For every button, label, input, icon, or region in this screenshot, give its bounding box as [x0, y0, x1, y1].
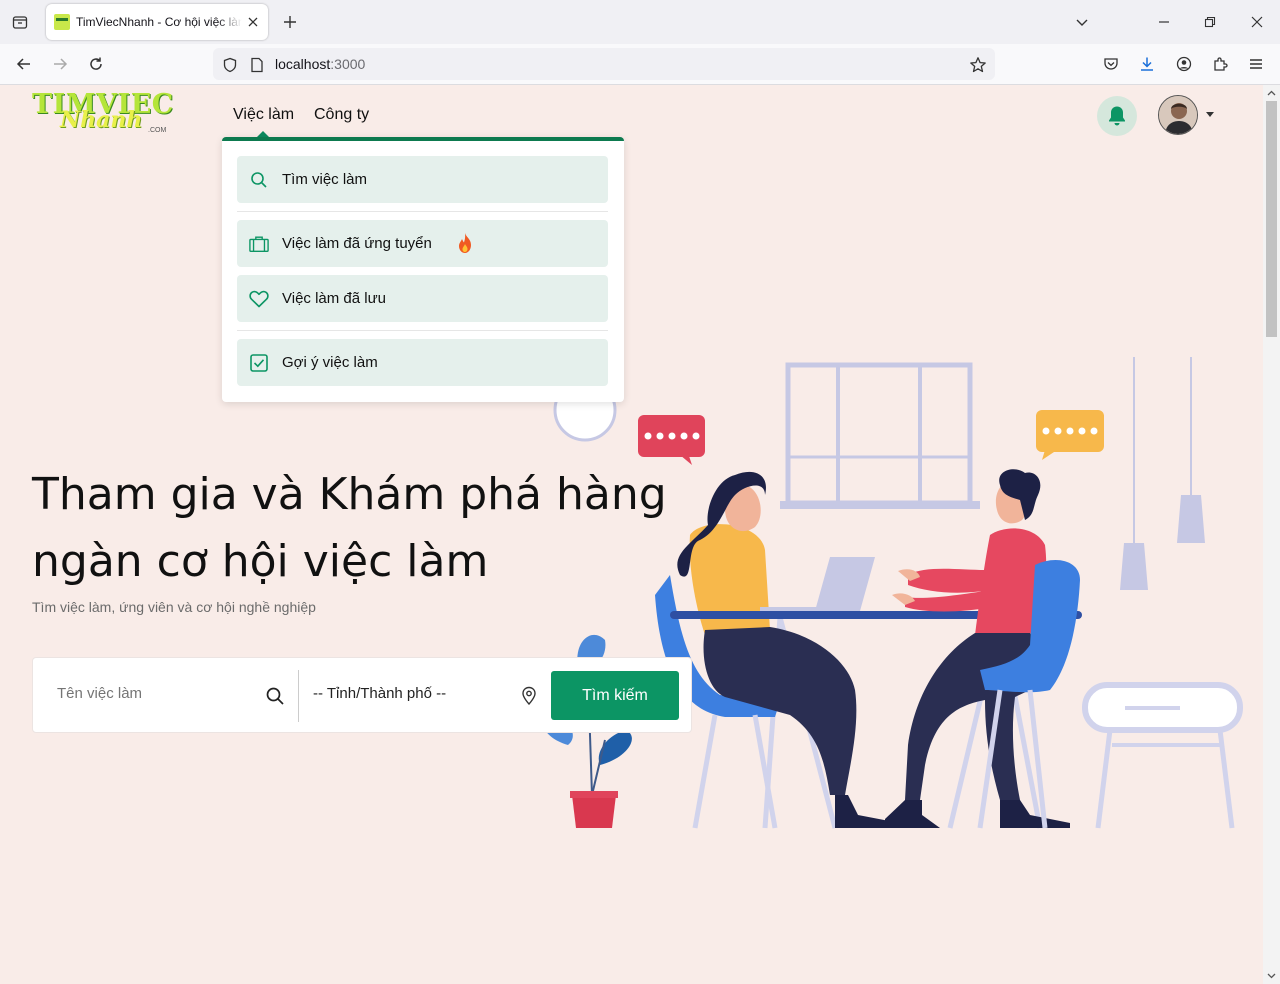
- scroll-up-arrow-icon[interactable]: [1267, 89, 1276, 98]
- app-menu-icon[interactable]: [1244, 52, 1268, 76]
- dropdown-divider: [237, 211, 608, 212]
- site-logo[interactable]: TIMVIEC Nhanh .COM: [32, 89, 173, 141]
- dropdown-item-saved-jobs[interactable]: Việc làm đã lưu: [237, 275, 608, 322]
- hero-illustration: [542, 357, 1243, 829]
- close-window-icon[interactable]: [1245, 10, 1269, 34]
- dropdown-item-label: Việc làm đã ứng tuyển: [282, 235, 432, 252]
- dropdown-item-applied-jobs[interactable]: Việc làm đã ứng tuyển: [237, 220, 608, 267]
- job-title-input[interactable]: [57, 685, 257, 702]
- downloads-icon[interactable]: [1135, 52, 1159, 76]
- minimize-icon[interactable]: [1152, 10, 1176, 34]
- dropdown-item-label: Việc làm đã lưu: [282, 290, 386, 307]
- dropdown-item-find-jobs[interactable]: Tìm việc làm: [237, 156, 608, 203]
- pocket-icon[interactable]: [1099, 52, 1123, 76]
- bookmark-star-icon[interactable]: [969, 56, 987, 74]
- restore-icon[interactable]: [1198, 10, 1222, 34]
- site-favicon-icon: [54, 14, 70, 30]
- checkbox-icon: [249, 353, 269, 373]
- user-avatar[interactable]: [1158, 95, 1198, 135]
- back-arrow-icon[interactable]: [12, 52, 36, 76]
- scrollbar-thumb[interactable]: [1266, 101, 1277, 337]
- url-text: localhost:3000: [275, 56, 365, 72]
- window-illustration: [780, 362, 980, 509]
- tab-overflow-chevron-icon[interactable]: [1070, 10, 1094, 34]
- search-submit-button[interactable]: Tìm kiếm: [551, 671, 679, 720]
- job-search-bar: -- Tỉnh/Thành phố -- Tìm kiếm: [32, 657, 692, 733]
- reload-icon[interactable]: [84, 52, 108, 76]
- page-info-icon[interactable]: [248, 56, 266, 74]
- briefcase-icon: [249, 234, 269, 254]
- avatar-chevron-down-icon[interactable]: [1206, 112, 1214, 117]
- dropdown-item-label: Tìm việc làm: [282, 171, 368, 188]
- hero-subtitle: Tìm việc làm, ứng viên và cơ hội nghề ng…: [32, 599, 316, 615]
- page-viewport: TIMVIEC Nhanh .COM Việc làm Công ty Tìm …: [0, 85, 1263, 984]
- tab-list-icon[interactable]: [8, 10, 32, 34]
- dropdown-divider: [237, 330, 608, 331]
- logo-text-suffix: .COM: [148, 127, 167, 134]
- browser-navbar: localhost:3000: [0, 44, 1280, 85]
- url-host: localhost: [275, 56, 331, 72]
- dropdown-item-label: Gợi ý việc làm: [282, 354, 378, 371]
- city-select[interactable]: -- Tỉnh/Thành phố --: [313, 685, 446, 702]
- notification-bell-button[interactable]: [1097, 96, 1137, 136]
- heart-icon: [249, 289, 269, 309]
- bell-icon: [1109, 106, 1125, 126]
- search-icon: [249, 170, 269, 190]
- browser-tabbar: TimViecNhanh - Cơ hội việc làm: [0, 0, 1280, 44]
- fire-icon: [455, 232, 475, 254]
- forward-arrow-icon[interactable]: [48, 52, 72, 76]
- address-bar[interactable]: localhost:3000: [213, 48, 995, 80]
- jobs-dropdown-menu: Tìm việc làm Việc làm đã ứng tuyển Việc …: [222, 137, 624, 402]
- url-port: :3000: [330, 56, 366, 72]
- search-icon[interactable]: [265, 686, 285, 706]
- account-icon[interactable]: [1172, 52, 1196, 76]
- tab-title: TimViecNhanh - Cơ hội việc làm: [76, 15, 242, 29]
- logo-text-script: Nhanh: [60, 107, 143, 133]
- scroll-down-arrow-icon[interactable]: [1267, 971, 1276, 980]
- new-tab-icon[interactable]: [278, 10, 302, 34]
- close-tab-icon[interactable]: [244, 13, 262, 31]
- nav-menu-viec-lam[interactable]: Việc làm: [233, 106, 294, 124]
- extensions-icon[interactable]: [1208, 52, 1232, 76]
- dropdown-item-suggested-jobs[interactable]: Gợi ý việc làm: [237, 339, 608, 386]
- browser-tab-active[interactable]: TimViecNhanh - Cơ hội việc làm: [46, 4, 268, 40]
- shield-icon[interactable]: [221, 56, 239, 74]
- nav-menu-cong-ty[interactable]: Công ty: [314, 106, 369, 124]
- page-scrollbar[interactable]: [1263, 85, 1280, 984]
- location-pin-icon: [520, 686, 538, 706]
- search-divider: [298, 670, 299, 722]
